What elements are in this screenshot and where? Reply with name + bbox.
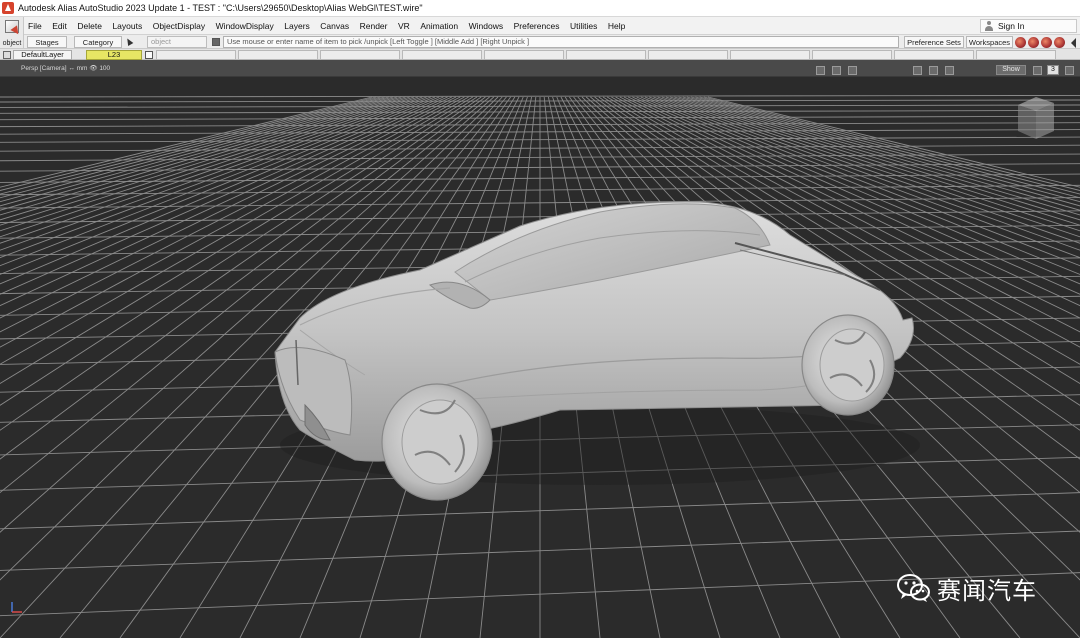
title-bar: Autodesk Alias AutoStudio 2023 Update 1 … xyxy=(0,0,1080,17)
wechat-icon xyxy=(897,574,930,602)
sign-in-button[interactable]: Sign In xyxy=(980,19,1077,33)
pick-arrow-icon[interactable] xyxy=(125,37,135,47)
user-icon xyxy=(984,21,994,31)
toggle-square-icon[interactable] xyxy=(212,38,220,46)
command-bar: Stages Category object Use mouse or ente… xyxy=(24,34,1080,48)
menu-edit[interactable]: Edit xyxy=(52,21,67,31)
menu-bar: File Edit Delete Layouts ObjectDisplay W… xyxy=(0,17,1080,34)
menu-objectdisplay[interactable]: ObjectDisplay xyxy=(153,21,205,31)
menu-render[interactable]: Render xyxy=(360,21,388,31)
menu-windowdisplay[interactable]: WindowDisplay xyxy=(216,21,274,31)
empty-layer-slot[interactable] xyxy=(566,50,646,60)
empty-layer-slot[interactable] xyxy=(976,50,1056,60)
menu-file[interactable]: File xyxy=(28,21,42,31)
category-button[interactable]: Category xyxy=(74,36,122,48)
workspaces-button[interactable]: Workspaces xyxy=(966,36,1013,48)
alias-app-icon xyxy=(2,2,14,14)
view-cube-icon[interactable] xyxy=(1014,95,1058,141)
menu-windows[interactable]: Windows xyxy=(469,21,503,31)
empty-layer-slot[interactable] xyxy=(484,50,564,60)
sign-in-label: Sign In xyxy=(998,21,1025,31)
shelf-tool-icon[interactable] xyxy=(1041,36,1052,48)
empty-layer-slot[interactable] xyxy=(730,50,810,60)
empty-layer-slot[interactable] xyxy=(648,50,728,60)
menu-animation[interactable]: Animation xyxy=(420,21,458,31)
window-title: Autodesk Alias AutoStudio 2023 Update 1 … xyxy=(18,3,423,13)
object-pick-tool[interactable]: object xyxy=(0,17,24,48)
empty-layer-slot[interactable] xyxy=(812,50,892,60)
menu-layers[interactable]: Layers xyxy=(284,21,310,31)
preference-sets-button[interactable]: Preference Sets xyxy=(904,36,964,48)
menu-canvas[interactable]: Canvas xyxy=(320,21,349,31)
object-name-input[interactable]: object xyxy=(147,36,207,48)
menu-layouts[interactable]: Layouts xyxy=(112,21,142,31)
menu-utilities[interactable]: Utilities xyxy=(570,21,597,31)
empty-layer-slot[interactable] xyxy=(402,50,482,60)
layer-visibility-toggle[interactable] xyxy=(3,51,11,59)
car-surface-model[interactable] xyxy=(0,60,1080,638)
active-layer-button[interactable]: L23 xyxy=(86,50,142,60)
axis-triad-icon xyxy=(11,602,22,613)
command-prompt-field[interactable]: Use mouse or enter name of item to pick … xyxy=(223,36,899,48)
empty-layer-slot[interactable] xyxy=(320,50,400,60)
layer-checkbox[interactable] xyxy=(145,51,153,59)
empty-layer-slot[interactable] xyxy=(894,50,974,60)
empty-layer-slot[interactable] xyxy=(238,50,318,60)
menu-help[interactable]: Help xyxy=(608,21,625,31)
menu-vr[interactable]: VR xyxy=(398,21,410,31)
empty-layer-slot[interactable] xyxy=(156,50,236,60)
layer-bar: DefaultLayer L23 xyxy=(0,48,1080,60)
collapse-arrow-icon[interactable] xyxy=(1069,37,1078,48)
perspective-viewport[interactable]: Persp [Camera] ↔ mm 👁 100 Show 3 赛闻汽车 xyxy=(0,60,1080,638)
stages-button[interactable]: Stages xyxy=(27,36,67,48)
default-layer-button[interactable]: DefaultLayer xyxy=(13,50,72,60)
shelf-icons xyxy=(1015,35,1078,49)
shelf-tool-icon[interactable] xyxy=(1015,36,1026,48)
menu-preferences[interactable]: Preferences xyxy=(514,21,560,31)
menu-delete[interactable]: Delete xyxy=(77,21,102,31)
watermark-text: 赛闻汽车 xyxy=(937,576,1037,605)
object-tool-label: object xyxy=(2,40,22,47)
main-menus: File Edit Delete Layouts ObjectDisplay W… xyxy=(28,17,636,34)
shelf-tool-icon[interactable] xyxy=(1054,36,1065,48)
shelf-tool-icon[interactable] xyxy=(1028,36,1039,48)
wechat-watermark: 赛闻汽车 xyxy=(897,570,1037,606)
